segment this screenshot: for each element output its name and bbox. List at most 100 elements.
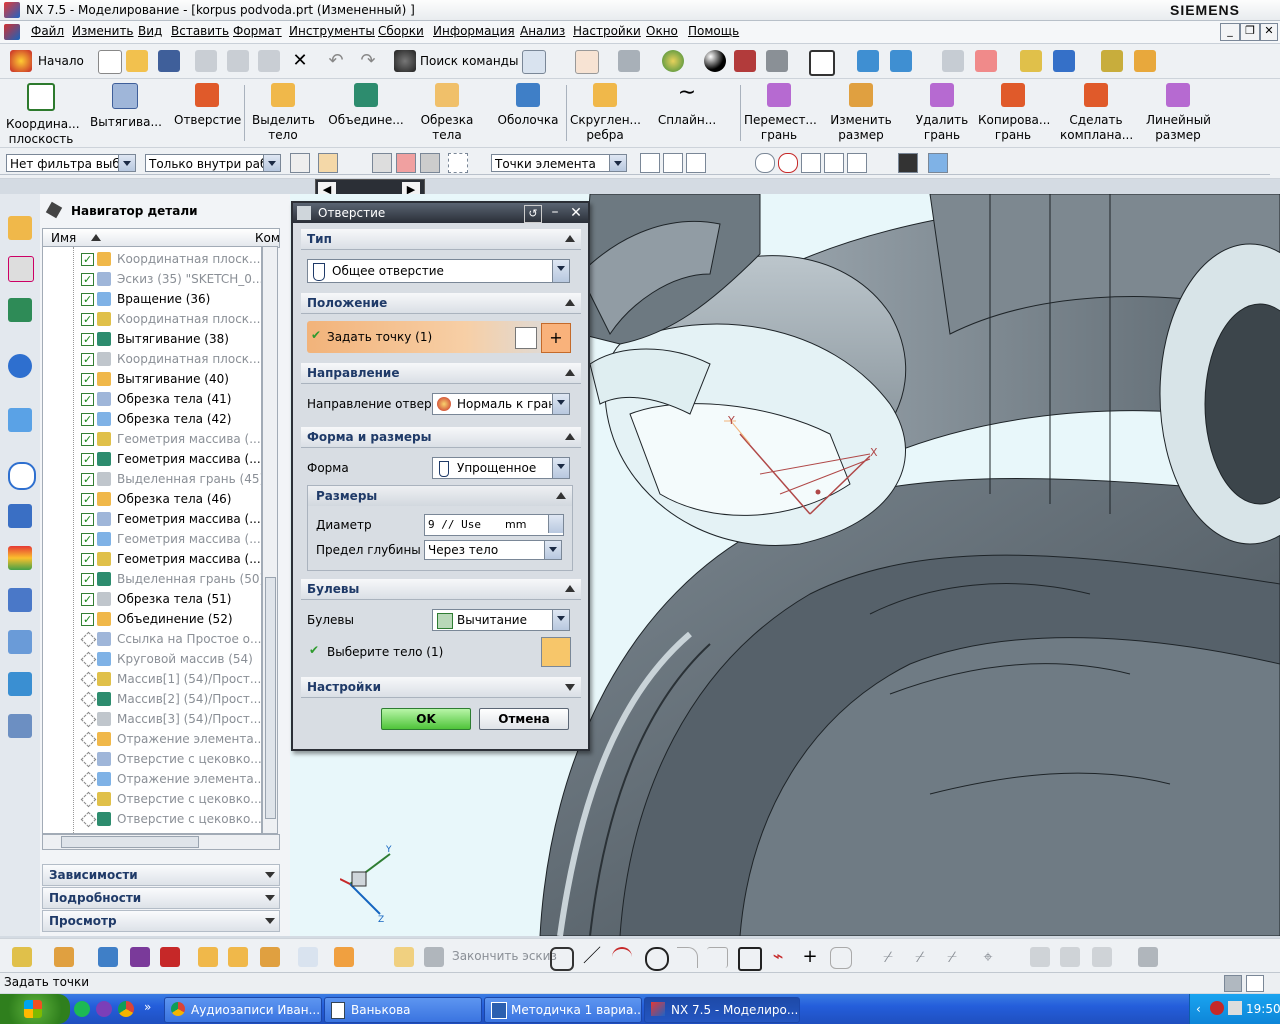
select-body-label[interactable]: Выберите тело (1) (327, 645, 443, 659)
system-scenes-icon[interactable] (8, 672, 32, 696)
tree-row[interactable]: Геометрия массива (... (43, 529, 261, 550)
menu-tools[interactable]: Инструменты (289, 24, 375, 38)
explode-icon[interactable] (334, 947, 354, 967)
hole-form-select[interactable]: Упрощенное (432, 457, 570, 479)
tree-row[interactable]: Выделенная грань (45) (43, 469, 261, 490)
add-component-icon[interactable] (54, 947, 74, 967)
checkbox-checked-icon[interactable] (81, 570, 94, 590)
quicklaunch-chrome-icon[interactable] (118, 1001, 134, 1017)
tree-row[interactable]: Обрезка тела (51) (43, 589, 261, 610)
start-button[interactable] (0, 994, 70, 1024)
suppressed-icon[interactable] (80, 711, 97, 728)
select-body-icon[interactable] (372, 153, 392, 173)
tree-row[interactable]: Обрезка тела (42) (43, 409, 261, 430)
panel-preview[interactable]: Просмотр (42, 910, 280, 932)
clip-cube-icon[interactable] (734, 50, 756, 72)
fit-view-icon[interactable] (575, 50, 599, 74)
tree-row[interactable]: Геометрия массива (... (43, 449, 261, 470)
title-menu-icon[interactable] (1256, 2, 1274, 18)
open-folder-icon[interactable] (126, 50, 148, 72)
reset-icon[interactable]: ↺ (524, 205, 542, 223)
hole-button[interactable]: Отверстие (174, 83, 241, 128)
pin-icon[interactable] (45, 201, 63, 219)
finish-sketch-label[interactable]: Закончить эскиз (452, 949, 557, 963)
suppressed-icon[interactable] (80, 671, 97, 688)
taskbar-item-vankova[interactable]: Ванькова (324, 997, 482, 1023)
sketch-icon[interactable] (394, 947, 414, 967)
unite-button[interactable]: Объедине... (328, 83, 404, 128)
delete-face-button[interactable]: Удалить грань (910, 83, 974, 143)
depth-limit-select[interactable]: Через тело (424, 540, 562, 560)
taskbar-item-methodichka[interactable]: Методичка 1 вариа... (484, 997, 642, 1023)
constraint-navigator-icon[interactable] (8, 256, 34, 282)
suppressed-icon[interactable] (80, 691, 97, 708)
offset-curve-icon[interactable] (830, 947, 852, 969)
filter-icon[interactable] (290, 153, 310, 173)
selection-info-icon[interactable] (522, 50, 546, 74)
snap-existing-point-icon[interactable] (801, 153, 821, 173)
sketch-section-icon[interactable] (515, 327, 537, 349)
roles-icon[interactable] (8, 630, 32, 654)
hole-type-select[interactable]: Общее отверстие (307, 259, 570, 283)
checkbox-checked-icon[interactable] (81, 370, 94, 390)
close-icon[interactable]: ✕ (568, 205, 584, 221)
suppressed-icon[interactable] (80, 811, 97, 828)
checkbox-checked-icon[interactable] (81, 410, 94, 430)
tree-row[interactable]: Отражение элемента... (43, 729, 261, 749)
chevron-down-icon[interactable] (552, 394, 569, 414)
snap-midpoint-icon[interactable] (686, 153, 706, 173)
panel-details[interactable]: Подробности (42, 887, 280, 909)
wave-icon[interactable] (198, 947, 218, 967)
section-type[interactable]: Тип (301, 229, 581, 250)
chevron-down-icon[interactable] (552, 458, 569, 478)
checkbox-checked-icon[interactable] (81, 430, 94, 450)
reference-set-icon[interactable] (260, 947, 280, 967)
tree-row[interactable]: Геометрия массива (... (43, 509, 261, 530)
copy-face-button[interactable]: Копирова... грань (978, 83, 1050, 143)
delete-icon[interactable]: ✕ (289, 50, 311, 72)
extract-body-button[interactable]: Выделить тело (252, 83, 315, 143)
tree-row[interactable]: Выделенная грань (50) (43, 569, 261, 590)
analysis-icon[interactable] (1134, 50, 1156, 72)
section-boolean[interactable]: Булевы (301, 579, 581, 600)
taskbar-item-audio[interactable]: Аудиозаписи Иван... (164, 997, 322, 1023)
cube-view-icon[interactable] (766, 50, 788, 72)
checkbox-checked-icon[interactable] (81, 490, 94, 510)
minimize-button[interactable]: _ (1220, 23, 1240, 41)
nx-menu-icon[interactable] (4, 24, 20, 40)
checkbox-checked-icon[interactable] (81, 590, 94, 610)
constraint-icon[interactable] (160, 947, 180, 967)
undo-icon[interactable]: ↶ (325, 50, 347, 72)
tree-row[interactable]: Отверстие с цековко... (43, 789, 261, 809)
cube-snap-icon[interactable] (928, 153, 948, 173)
geometric-constraint-icon[interactable] (1030, 947, 1050, 967)
clock[interactable]: 19:50 (1246, 1002, 1280, 1016)
drawing-icon[interactable] (298, 947, 318, 967)
tree-row[interactable]: Массив[3] (54)/Прост... (43, 709, 261, 729)
dimension-icon[interactable]: ⌖ (978, 947, 998, 967)
arrow-down-icon[interactable] (548, 515, 563, 533)
menu-information[interactable]: Информация (433, 24, 515, 38)
checkbox-checked-icon[interactable] (81, 250, 94, 270)
start-label[interactable]: Начало (38, 54, 84, 68)
ok-button[interactable]: OK (381, 708, 471, 730)
make-corner-icon[interactable]: ⌿ (942, 947, 962, 967)
paste-icon[interactable] (258, 50, 280, 72)
checkbox-checked-icon[interactable] (81, 610, 94, 630)
rectangle-select-icon[interactable] (448, 153, 468, 173)
checkbox-checked-icon[interactable] (81, 470, 94, 490)
diameter-field[interactable]: 9 // Use mm (424, 514, 564, 536)
resize-face-button[interactable]: Изменить размер (828, 83, 894, 143)
snap-icon[interactable] (1020, 50, 1042, 72)
datum-plane-button[interactable]: Координа... плоскость (6, 83, 80, 147)
checkbox-checked-icon[interactable] (81, 350, 94, 370)
make-coplanar-button[interactable]: Сделать комплана... (1060, 83, 1133, 143)
collapse-dialog-icon[interactable]: – (547, 205, 563, 221)
tree-row[interactable]: Вытягивание (38) (43, 329, 261, 350)
boolean-select[interactable]: Вычитание (432, 609, 570, 631)
snap-intersection-icon[interactable] (732, 153, 752, 173)
move-wcs-icon[interactable] (890, 50, 912, 72)
snap-arc-center-icon[interactable] (755, 153, 775, 173)
section-settings[interactable]: Настройки (301, 677, 581, 698)
grid-icon[interactable] (898, 153, 918, 173)
